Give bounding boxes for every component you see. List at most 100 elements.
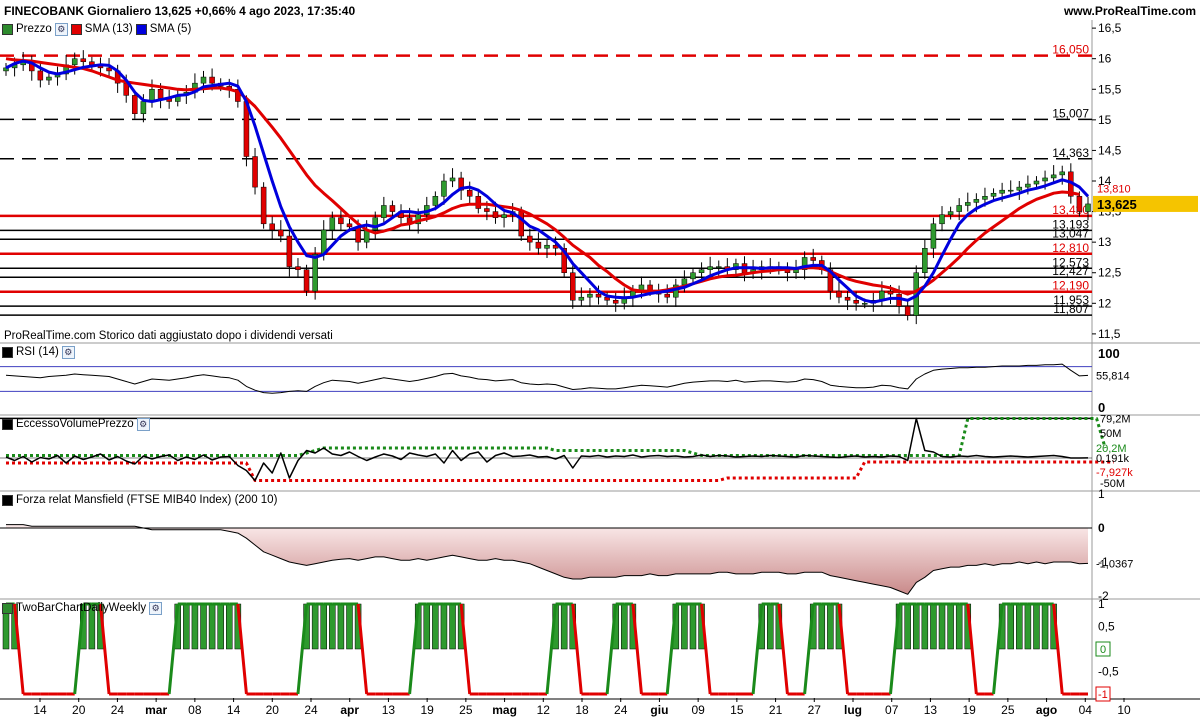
x-tick-label: 13 <box>382 703 396 717</box>
x-tick-label: 24 <box>111 703 125 717</box>
volume-upper-line <box>6 417 1107 457</box>
level-label: 12,427 <box>1052 264 1089 278</box>
y-tick-label: 16,5 <box>1098 21 1122 35</box>
x-tick-label: 21 <box>769 703 783 717</box>
twobar-bar <box>183 603 190 650</box>
volume-last-main: 0,191k <box>1096 453 1130 465</box>
twobar-bar <box>870 649 876 694</box>
twobar-bar <box>535 649 541 694</box>
twobar-bar <box>587 649 593 694</box>
twobar-bar <box>440 603 448 650</box>
candle-body <box>466 189 473 197</box>
twobar-bar <box>329 603 336 650</box>
wrench-icon[interactable]: ⚙ <box>136 418 150 431</box>
x-tick-label: 13 <box>924 703 938 717</box>
twobar-bar <box>381 649 387 694</box>
candle-body <box>46 76 52 81</box>
candle-body <box>570 272 576 301</box>
candle-body <box>939 214 945 225</box>
x-tick-label: 07 <box>885 703 899 717</box>
wrench-icon[interactable]: ⚙ <box>149 602 163 615</box>
candle-body <box>999 189 1005 194</box>
twobar-bar <box>226 603 233 650</box>
site-link[interactable]: www.ProRealTime.com <box>1064 4 1196 18</box>
twobar-bar <box>432 603 439 650</box>
twobar-bar <box>269 649 275 694</box>
price-swatch-icon <box>2 24 13 35</box>
twobar-bar <box>716 649 722 694</box>
twobar-bar <box>621 603 628 650</box>
candle-body <box>492 211 499 218</box>
candle-body <box>1016 186 1023 191</box>
last-price-label: 13,625 <box>1097 197 1137 212</box>
twobar-bar <box>560 603 568 650</box>
candle-body <box>990 192 997 197</box>
twobar-last-zero: 0 <box>1100 644 1106 656</box>
level-label: 11,807 <box>1053 302 1089 316</box>
twobar-bar <box>217 603 224 650</box>
candle-body <box>260 186 267 225</box>
x-tick-label: 25 <box>1001 703 1015 717</box>
candle-body <box>312 254 318 292</box>
volume-swatch-icon <box>2 419 13 430</box>
x-tick-label: 04 <box>1079 703 1093 717</box>
y-tick-label: 14,5 <box>1098 143 1122 157</box>
twobar-bar <box>793 649 799 694</box>
twobar-bar <box>1033 603 1040 650</box>
candle-body <box>973 199 980 203</box>
level-label: 15,007 <box>1052 106 1089 120</box>
twobar-bar <box>208 603 216 650</box>
volume-panel-legend: EccessoVolumePrezzo ⚙ <box>2 417 150 432</box>
candle-body <box>269 223 275 231</box>
x-tick-label: apr <box>340 703 359 717</box>
candle-body <box>922 248 928 273</box>
twobar-bar <box>1024 603 1032 650</box>
candle-body <box>578 296 585 301</box>
candle-body <box>707 266 713 270</box>
y-tick-label: 11,5 <box>1098 327 1121 341</box>
chart-title: FINECOBANK Giornaliero 13,625 +0,66% 4 a… <box>4 4 356 18</box>
y-tick-label: 16 <box>1098 52 1112 66</box>
x-tick-label: 25 <box>459 703 473 717</box>
candle-body <box>71 58 78 66</box>
twobar-bar <box>423 603 431 650</box>
twobar-bar <box>930 603 937 650</box>
twobar-bar <box>37 649 43 694</box>
x-tick-label: 09 <box>691 703 705 717</box>
twobar-bar <box>149 649 155 694</box>
rsi-tick-label: 100 <box>1098 346 1120 361</box>
twobar-bar <box>252 649 258 694</box>
wrench-icon[interactable]: ⚙ <box>61 346 75 359</box>
twobar-bar <box>398 649 404 694</box>
twobar-bar <box>862 649 868 694</box>
level-label: 14,363 <box>1052 146 1089 160</box>
twobar-bar <box>982 649 988 694</box>
twobar-bar <box>63 649 69 694</box>
twobar-bar <box>191 603 199 650</box>
chart-canvas: 16,05015,00714,36313,43013,19313,04712,8… <box>0 20 1200 717</box>
candle-body <box>930 223 937 249</box>
candle-body <box>484 208 490 212</box>
candle-body <box>836 290 842 298</box>
volume-tick-label: 79,2M <box>1100 413 1131 425</box>
twobar-bar <box>484 649 490 694</box>
twobar-bar <box>742 649 748 694</box>
legend-price: Prezzo <box>16 23 52 35</box>
candle-body <box>527 235 533 243</box>
twobar-bar <box>449 603 456 650</box>
twobar-last-minus: -1 <box>1098 689 1108 701</box>
candle-body <box>286 235 293 267</box>
twobar-bar <box>1016 603 1023 650</box>
level-label: 12,190 <box>1052 279 1089 293</box>
twobar-bar <box>879 649 885 694</box>
candle-body <box>381 205 387 218</box>
candle-body <box>1025 183 1031 188</box>
twobar-bar <box>689 603 697 650</box>
mansfield-last-label: -1,0367 <box>1096 558 1133 570</box>
twobar-bar <box>1085 649 1091 694</box>
twobar-bar <box>46 649 52 694</box>
x-tick-label: 18 <box>575 703 589 717</box>
wrench-icon[interactable]: ⚙ <box>54 23 68 36</box>
twobar-label: TwoBarChartDailyWeekly <box>16 602 147 614</box>
x-tick-label: 15 <box>730 703 744 717</box>
